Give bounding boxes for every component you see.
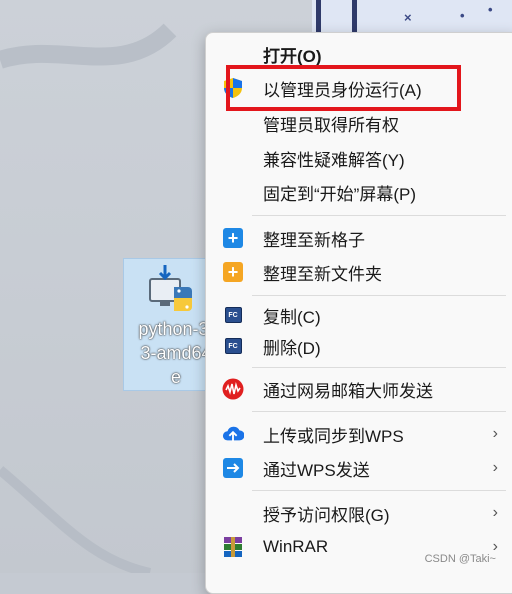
context-menu: 打开(O) 以管理员身份运行(A) 管理员取得所有权 兼容性疑难解答(Y) 固定… xyxy=(205,32,512,594)
menu-item-new-folder[interactable]: + 整理至新文件夹 xyxy=(212,255,512,289)
menu-item-copy[interactable]: FC 复制(C) xyxy=(212,298,512,332)
chevron-right-icon: › xyxy=(492,425,498,442)
netease-mail-icon xyxy=(222,378,244,400)
menu-separator xyxy=(252,367,506,368)
menu-separator xyxy=(252,295,506,296)
menu-item-new-tile[interactable]: + 整理至新格子 xyxy=(212,221,512,255)
menu-item-label: 整理至新文件夹 xyxy=(263,264,382,284)
menu-item-label: 通过网易邮箱大师发送 xyxy=(263,381,433,401)
menu-item-wps-send[interactable]: 通过WPS发送 › xyxy=(212,451,512,485)
menu-item-label: 固定到“开始”屏幕(P) xyxy=(263,184,416,204)
menu-item-wps-upload[interactable]: 上传或同步到WPS › xyxy=(212,417,512,451)
menu-separator xyxy=(252,411,506,412)
watermark: CSDN @Taki~ xyxy=(424,553,496,565)
fc-icon: FC xyxy=(222,335,244,357)
plus-folder-icon: + xyxy=(222,261,244,283)
menu-item-netease-send[interactable]: 通过网易邮箱大师发送 xyxy=(212,372,512,406)
winrar-icon xyxy=(222,536,244,558)
menu-separator xyxy=(252,490,506,491)
plus-tile-icon: + xyxy=(222,227,244,249)
menu-item-label: 兼容性疑难解答(Y) xyxy=(263,150,405,170)
menu-item-label: 删除(D) xyxy=(263,338,321,358)
menu-item-label: 通过WPS发送 xyxy=(263,460,370,480)
chevron-right-icon: › xyxy=(492,459,498,476)
python-installer-icon xyxy=(149,265,192,311)
menu-item-delete[interactable]: FC 删除(D) xyxy=(212,329,512,363)
menu-item-pin-to-start[interactable]: 固定到“开始”屏幕(P) xyxy=(212,175,512,209)
menu-item-grant-access[interactable]: 授予访问权限(G) › xyxy=(212,496,512,530)
menu-item-compatibility[interactable]: 兼容性疑难解答(Y) xyxy=(212,141,512,175)
fc-icon: FC xyxy=(222,304,244,326)
desktop-file-python-installer[interactable]: python-3. 3-amd64 e xyxy=(123,258,214,391)
send-arrow-icon xyxy=(222,457,244,479)
menu-item-label: 打开(O) xyxy=(263,46,322,66)
menu-item-label: 上传或同步到WPS xyxy=(263,426,404,446)
menu-item-label: 授予访问权限(G) xyxy=(263,505,390,525)
menu-item-take-ownership[interactable]: 管理员取得所有权 xyxy=(212,106,512,140)
menu-item-label: 管理员取得所有权 xyxy=(263,115,399,135)
cloud-upload-icon xyxy=(222,423,244,445)
menu-separator xyxy=(252,215,506,216)
highlight-annotation-box xyxy=(226,65,461,111)
menu-item-label: 复制(C) xyxy=(263,307,321,327)
menu-item-label: 整理至新格子 xyxy=(263,230,365,250)
menu-item-label: WinRAR xyxy=(263,537,329,556)
chevron-right-icon: › xyxy=(492,504,498,521)
